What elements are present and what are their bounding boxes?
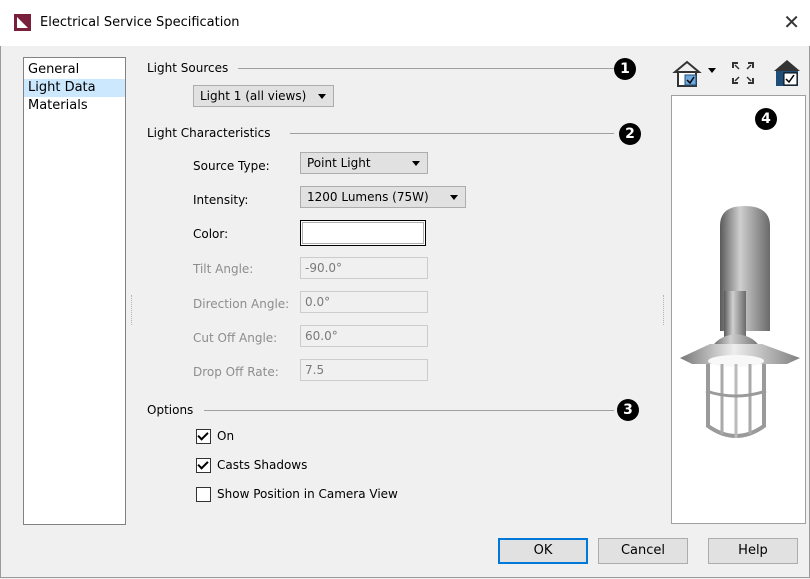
- sidebar-item-materials[interactable]: Materials: [24, 97, 125, 115]
- light-sources-heading: Light Sources: [147, 61, 229, 75]
- close-icon[interactable]: ✕: [783, 10, 800, 34]
- cut-off-angle-field[interactable]: 60.0°: [300, 325, 428, 347]
- drop-off-rate-field[interactable]: 7.5: [300, 359, 428, 381]
- section-divider: [290, 133, 614, 134]
- title-bar: Electrical Service Specification ✕: [0, 0, 810, 46]
- intensity-value: 1200 Lumens (75W): [307, 190, 429, 204]
- section-divider: [204, 410, 614, 411]
- callout-marker-1: 1: [614, 58, 636, 80]
- left-splitter-handle[interactable]: [131, 295, 134, 325]
- on-option[interactable]: On: [196, 429, 234, 445]
- material-view-button[interactable]: [770, 58, 804, 88]
- app-icon: [14, 14, 31, 31]
- light-sources-value: Light 1 (all views): [200, 89, 307, 103]
- callout-marker-3: 3: [617, 399, 639, 421]
- section-divider: [238, 68, 614, 69]
- show-position-option[interactable]: Show Position in Camera View: [196, 487, 398, 503]
- options-heading: Options: [147, 403, 194, 417]
- casts-shadows-option[interactable]: Casts Shadows: [196, 458, 307, 474]
- house-view-icon: [672, 60, 716, 87]
- intensity-label: Intensity:: [193, 193, 249, 207]
- show-position-label: Show Position in Camera View: [217, 487, 398, 501]
- casts-shadows-label: Casts Shadows: [217, 458, 308, 472]
- show-position-checkbox[interactable]: [196, 487, 211, 502]
- chevron-down-icon: [412, 161, 420, 166]
- intensity-dropdown[interactable]: 1200 Lumens (75W): [300, 186, 466, 208]
- light-fixture-preview: [680, 206, 800, 438]
- sidebar-item-general[interactable]: General: [24, 61, 125, 79]
- chevron-down-icon: [318, 94, 326, 99]
- right-splitter-handle[interactable]: [663, 295, 666, 325]
- ok-button[interactable]: OK: [498, 538, 588, 564]
- light-sources-dropdown[interactable]: Light 1 (all views): [193, 85, 334, 107]
- source-type-label: Source Type:: [193, 159, 270, 173]
- sidebar-item-light-data[interactable]: Light Data: [24, 79, 125, 97]
- tilt-angle-field[interactable]: -90.0°: [300, 257, 428, 279]
- color-label: Color:: [193, 227, 229, 241]
- category-list[interactable]: General Light Data Materials: [23, 57, 126, 525]
- source-type-value: Point Light: [307, 156, 371, 170]
- on-checkbox[interactable]: [196, 429, 211, 444]
- tilt-angle-label: Tilt Angle:: [193, 262, 254, 276]
- on-label: On: [217, 429, 235, 443]
- expand-icon: [732, 62, 754, 84]
- chevron-down-icon: [450, 195, 458, 200]
- window-title: Electrical Service Specification: [40, 15, 240, 30]
- material-preview-icon: [774, 60, 800, 86]
- cancel-button[interactable]: Cancel: [598, 538, 688, 564]
- help-button[interactable]: Help: [708, 538, 798, 564]
- color-swatch-button[interactable]: [300, 220, 426, 246]
- 3d-preview-pane[interactable]: 4: [671, 95, 806, 524]
- casts-shadows-checkbox[interactable]: [196, 458, 211, 473]
- source-type-dropdown[interactable]: Point Light: [300, 152, 428, 174]
- callout-marker-2: 2: [619, 123, 641, 145]
- direction-angle-field[interactable]: 0.0°: [300, 291, 428, 313]
- light-characteristics-heading: Light Characteristics: [147, 126, 271, 140]
- fit-view-button[interactable]: [728, 58, 758, 88]
- cut-off-angle-label: Cut Off Angle:: [193, 331, 278, 345]
- drop-off-rate-label: Drop Off Rate:: [193, 365, 279, 379]
- view-mode-button[interactable]: [672, 58, 718, 88]
- direction-angle-label: Direction Angle:: [193, 297, 290, 311]
